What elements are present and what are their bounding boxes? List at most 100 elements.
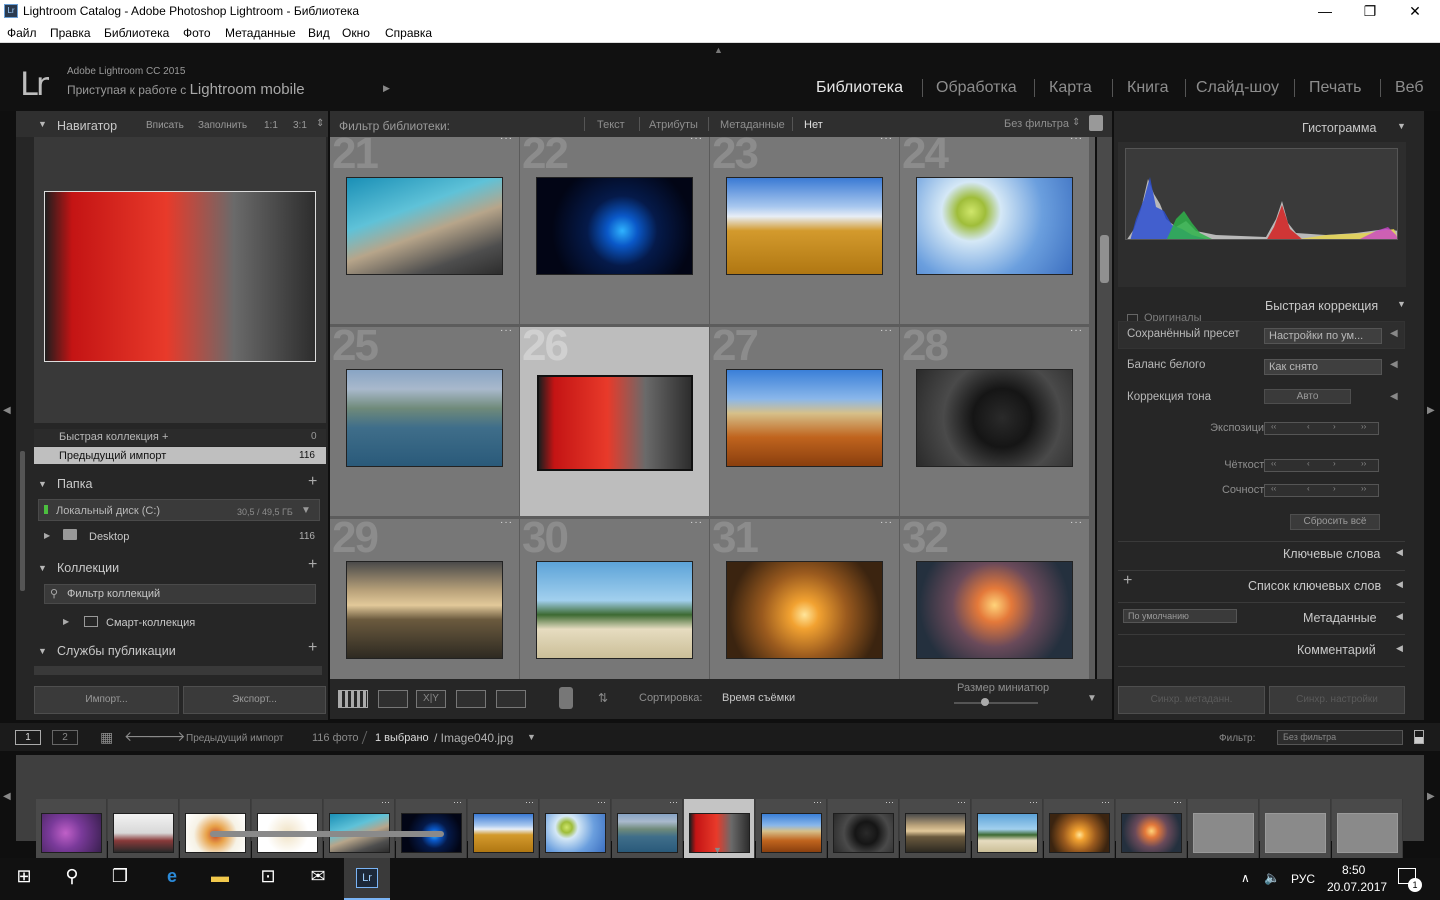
grid-scrollbar-track[interactable] (1097, 137, 1112, 719)
module-library[interactable]: Библиотека (816, 79, 903, 97)
grid-cell-badge-dots[interactable]: ··· (880, 137, 893, 144)
white-balance-arrow-icon[interactable]: ◀ (1390, 359, 1398, 370)
smart-collection-label[interactable]: Смарт-коллекция (106, 617, 195, 629)
grid-cell-badge-dots[interactable]: ··· (500, 325, 513, 336)
grid-cell[interactable]: 24 ··· (900, 137, 1090, 325)
filmstrip-badge-dots[interactable]: ··· (669, 797, 678, 807)
grid-cell-badge-dots[interactable]: ··· (500, 137, 513, 144)
filmstrip-scrollbar-thumb[interactable] (210, 831, 444, 837)
grid-cell-badge-dots[interactable]: ··· (690, 517, 703, 528)
task-view-icon[interactable]: ❐ (100, 866, 140, 892)
filmstrip-thumbnail[interactable] (1337, 813, 1398, 853)
metadata-collapse-icon[interactable]: ◀ (1396, 611, 1403, 622)
grid-switch-icon[interactable]: ▦ (100, 729, 113, 746)
filmstrip-badge-dots[interactable]: ··· (957, 797, 966, 807)
grid-thumbnail[interactable] (726, 561, 883, 659)
filename-dropdown-icon[interactable]: ▼ (527, 732, 536, 742)
right-panel-toggle-icon[interactable]: ▶ (1427, 405, 1435, 416)
filmstrip-badge-dots[interactable]: ··· (381, 797, 390, 807)
menu-view[interactable]: Вид (308, 26, 330, 40)
filmstrip-badge-dots[interactable]: ··· (885, 797, 894, 807)
import-button[interactable]: Импорт... (34, 686, 179, 714)
filmstrip-badge-dots[interactable]: ··· (453, 797, 462, 807)
keyword-list-collapse-icon[interactable]: ◀ (1396, 579, 1403, 590)
filter-preset-select[interactable]: Без фильтра (1004, 118, 1069, 130)
minimize-button[interactable]: — (1305, 2, 1345, 22)
identity-getting-started[interactable]: Приступая к работе с Lightroom mobile (67, 81, 305, 98)
mail-icon[interactable]: ✉ (298, 866, 338, 892)
menu-photo[interactable]: Фото (183, 26, 211, 40)
play-icon[interactable]: ▶ (383, 83, 390, 94)
vibrance-stepper[interactable]: ‹‹ ‹ › ›› (1264, 484, 1379, 497)
module-web[interactable]: Веб (1395, 79, 1424, 97)
grid-thumbnail[interactable] (536, 177, 693, 275)
vibrance-increase[interactable]: › (1333, 484, 1336, 493)
module-book[interactable]: Книга (1127, 79, 1168, 97)
add-folder-icon[interactable]: + (308, 473, 317, 491)
collapse-triangle-icon[interactable]: ▼ (38, 119, 47, 129)
grid-thumbnail[interactable] (346, 561, 503, 659)
clock-date[interactable]: 20.07.2017 (1327, 880, 1387, 894)
publish-triangle-icon[interactable]: ▼ (38, 646, 47, 656)
metadata-preset-select[interactable]: По умолчанию (1123, 609, 1237, 623)
exposure-big-increase[interactable]: ›› (1361, 422, 1366, 431)
grid-cell[interactable]: 26 (520, 321, 710, 517)
white-balance-select[interactable]: Как снято (1264, 359, 1382, 375)
grid-cell-badge-dots[interactable]: ··· (500, 517, 513, 528)
sort-value-select[interactable]: Время съёмки (722, 692, 795, 704)
secondary-window-button[interactable]: 2 (52, 730, 78, 745)
grid-cell[interactable]: 25 ··· (330, 321, 520, 517)
left-panel-toggle-icon[interactable]: ◀ (3, 405, 11, 416)
file-explorer-icon[interactable]: ▬ (200, 866, 240, 892)
language-indicator[interactable]: РУС (1291, 872, 1315, 886)
grid-scrollbar-thumb[interactable] (1100, 235, 1109, 283)
export-button[interactable]: Экспорт... (183, 686, 326, 714)
clarity-increase[interactable]: › (1333, 459, 1336, 468)
filter-lock-icon[interactable] (1414, 730, 1424, 744)
volume-icon[interactable]: 🔈 (1264, 870, 1280, 886)
grid-thumbnail[interactable] (346, 177, 503, 275)
filmstrip-thumbnail[interactable] (1049, 813, 1110, 853)
keywords-collapse-icon[interactable]: ◀ (1396, 547, 1403, 558)
close-button[interactable]: ✕ (1395, 2, 1435, 22)
collections-triangle-icon[interactable]: ▼ (38, 563, 47, 573)
add-collection-icon[interactable]: + (308, 556, 317, 574)
grid-cell-badge-dots[interactable]: ··· (1070, 137, 1083, 144)
grid-cell-badge-dots[interactable]: ··· (880, 325, 893, 336)
clarity-big-decrease[interactable]: ‹‹ (1271, 459, 1276, 468)
exposure-stepper[interactable]: ‹‹ ‹ › ›› (1264, 422, 1379, 435)
menu-library[interactable]: Библиотека (104, 26, 169, 40)
menu-metadata[interactable]: Метаданные (225, 26, 296, 40)
filmstrip-thumbnail[interactable] (41, 813, 102, 853)
grid-thumbnail[interactable] (536, 561, 693, 659)
primary-window-button[interactable]: 1 (15, 730, 41, 745)
grid-cell[interactable]: 27 ··· (710, 321, 900, 517)
module-map[interactable]: Карта (1049, 79, 1092, 97)
filmstrip-thumbnail[interactable] (905, 813, 966, 853)
loupe-view-icon[interactable] (378, 690, 408, 708)
grid-thumbnail[interactable] (916, 561, 1073, 659)
filmstrip-badge-dots[interactable]: ··· (525, 797, 534, 807)
grid-cell-badge-dots[interactable]: ··· (880, 517, 893, 528)
clarity-decrease[interactable]: ‹ (1307, 459, 1310, 468)
survey-view-icon[interactable] (456, 690, 486, 708)
start-windows-icon[interactable]: ⊞ (4, 866, 44, 892)
grid-thumbnail[interactable] (726, 177, 883, 275)
filter-preset-stepper-icon[interactable]: ⇕ (1072, 117, 1080, 128)
desktop-folder-label[interactable]: Desktop (89, 531, 129, 543)
grid-cell-badge-dots[interactable]: ··· (1070, 325, 1083, 336)
search-icon[interactable]: ⚲ (52, 866, 92, 892)
saved-preset-arrow-icon[interactable]: ◀ (1390, 328, 1398, 339)
grid-thumbnail[interactable] (916, 177, 1073, 275)
folders-triangle-icon[interactable]: ▼ (38, 479, 47, 489)
filmstrip-thumbnail[interactable] (761, 813, 822, 853)
tray-expand-icon[interactable]: ∧ (1241, 871, 1250, 885)
grid-view-icon[interactable] (338, 690, 368, 708)
reset-all-button[interactable]: Сбросить всё (1290, 514, 1380, 530)
add-keyword-icon[interactable]: + (1123, 572, 1132, 590)
grid-cell[interactable]: 28 ··· (900, 321, 1090, 517)
vibrance-decrease[interactable]: ‹ (1307, 484, 1310, 493)
zoom-fill[interactable]: Заполнить (198, 120, 247, 131)
grid-cell-badge-dots[interactable]: ··· (690, 137, 703, 144)
forward-arrow-icon[interactable]: 🡒 (148, 728, 186, 745)
